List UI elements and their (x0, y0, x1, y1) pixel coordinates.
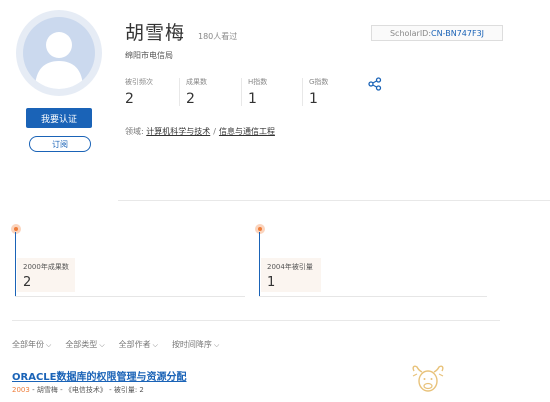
filter-bar: 全部年份 ⌵ 全部类型 ⌵ 全部作者 ⌵ 按时间降序 ⌵ (12, 339, 219, 350)
stat-value: 1 (309, 91, 318, 107)
stat-g-index: G指数 1 (309, 77, 328, 107)
stat-label: 被引频次 (125, 78, 153, 86)
subscribe-button[interactable]: 订阅 (29, 136, 91, 152)
stat-citations: 被引频次 2 (125, 77, 153, 107)
timeline-card: 2000年成果数 2 (17, 258, 75, 292)
filter-label: 全部年份 (12, 340, 44, 349)
scholar-name: 胡雪梅 (125, 22, 186, 44)
ox-logo (412, 365, 444, 392)
paper-year: 2003 (12, 386, 30, 394)
stat-divider (241, 78, 242, 106)
filter-type-dropdown[interactable]: 全部类型 ⌵ (65, 339, 104, 350)
chevron-down-icon: ⌵ (99, 341, 105, 349)
paper-citations: 被引量: 2 (113, 386, 144, 394)
share-icon[interactable] (368, 77, 382, 91)
stat-label: G指数 (309, 78, 329, 86)
chevron-down-icon: ⌵ (46, 341, 52, 349)
timeline-value: 1 (267, 275, 276, 290)
filter-author-dropdown[interactable]: 全部作者 ⌵ (119, 339, 158, 350)
paper-title-link[interactable]: ORACLE数据库的权限管理与资源分配 (12, 368, 186, 383)
timeline-baseline (259, 296, 487, 297)
timeline-dot-icon (11, 224, 21, 234)
user-silhouette-icon (23, 17, 95, 89)
view-count: 180人看过 (198, 32, 238, 41)
field-separator: / (213, 127, 216, 136)
timeline-card: 2004年被引量 1 (261, 258, 321, 292)
timeline-value: 2 (23, 275, 32, 290)
chevron-down-icon: ⌵ (152, 341, 158, 349)
timeline-line (15, 232, 16, 296)
section-divider (12, 320, 500, 321)
timeline-label: 2000年成果数 (23, 263, 69, 271)
stat-outputs: 成果数 2 (186, 77, 207, 107)
scholar-id-box: ScholarID: CN-BN747F3J (371, 25, 503, 41)
filter-label: 全部类型 (65, 340, 98, 349)
scholar-id-label: ScholarID: (389, 28, 432, 38)
stat-label: 成果数 (186, 78, 207, 86)
stat-divider (179, 78, 180, 106)
stat-divider (302, 78, 303, 106)
stat-value: 1 (248, 91, 257, 107)
filter-year-dropdown[interactable]: 全部年份 ⌵ (12, 339, 51, 350)
field-link-ict[interactable]: 信息与通信工程 (219, 127, 275, 136)
sort-order-dropdown[interactable]: 按时间降序 ⌵ (172, 339, 219, 350)
stat-value: 2 (186, 91, 195, 107)
field-label: 领域: (125, 127, 144, 136)
stat-value: 2 (125, 91, 134, 107)
paper-author[interactable]: 胡雪梅 (37, 386, 58, 394)
section-divider (118, 200, 550, 201)
filter-label: 全部作者 (118, 340, 151, 349)
avatar (16, 10, 102, 96)
timeline-line (259, 232, 260, 296)
institution[interactable]: 绵阳市电信局 (125, 50, 173, 61)
chevron-down-icon: ⌵ (213, 341, 220, 349)
timeline-label: 2004年被引量 (267, 263, 313, 271)
research-field: 领域: 计算机科学与技术 / 信息与通信工程 (125, 126, 275, 137)
filter-label: 按时间降序 (171, 340, 212, 349)
scholar-id-value: CN-BN747F3J (431, 28, 485, 38)
claim-button[interactable]: 我要认证 (26, 108, 92, 128)
paper-journal[interactable]: 《电信技术》 (65, 386, 107, 394)
stat-label: H指数 (248, 78, 268, 86)
timeline-dot-icon (255, 224, 265, 234)
timeline-baseline (15, 296, 245, 297)
stat-h-index: H指数 1 (248, 77, 267, 107)
field-link-cs[interactable]: 计算机科学与技术 (146, 127, 210, 136)
paper-meta: 2003 - 胡雪梅 - 《电信技术》 - 被引量: 2 (12, 386, 144, 394)
